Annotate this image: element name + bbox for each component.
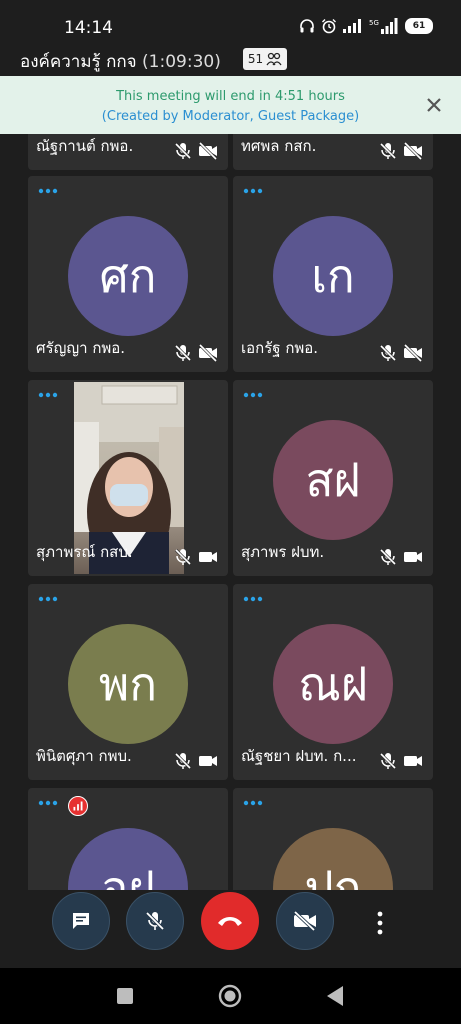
signal-icon xyxy=(343,19,361,33)
participant-tile[interactable]: สฝ สุภาพร ฝบท. xyxy=(233,380,433,576)
meeting-end-banner: This meeting will end in 4:51 hours (Cre… xyxy=(0,76,461,134)
system-nav-bar xyxy=(0,968,461,1024)
avatar: อฝ xyxy=(68,828,188,890)
camera-on-icon xyxy=(404,552,422,562)
participant-tile[interactable]: ปก xyxy=(233,788,433,890)
meeting-title: องค์ความรู้ กกจ (1:09:30) xyxy=(20,48,221,75)
end-call-button[interactable] xyxy=(201,892,259,950)
close-icon[interactable] xyxy=(423,94,445,116)
participant-tile[interactable]: ทศพล กสก. xyxy=(233,134,433,170)
banner-subtitle: (Created by Moderator, Guest Package) xyxy=(101,109,360,124)
more-options-icon[interactable] xyxy=(38,798,58,808)
participant-name: ทศพล กสก. xyxy=(241,137,317,155)
recents-icon[interactable] xyxy=(116,987,134,1005)
camera-off-icon xyxy=(198,344,218,362)
participant-tile[interactable]: พก พินิตศุภา กพบ. xyxy=(28,584,228,780)
more-vertical-icon[interactable] xyxy=(370,910,390,936)
camera-off-icon xyxy=(198,142,218,160)
camera-on-icon xyxy=(199,756,217,766)
participant-grid[interactable]: ณัฐกานต์ กพอ. ทศพล กสก. ศก ศรัญญา กพอ. เ… xyxy=(0,134,461,890)
participant-tile[interactable]: สุภาพรณ์ กสบ. xyxy=(28,380,228,576)
status-icons: 5G 61 xyxy=(299,18,433,34)
status-bar: 14:14 5G 61 xyxy=(0,0,461,50)
camera-toggle-button[interactable] xyxy=(276,892,334,950)
meeting-name: องค์ความรู้ กกจ xyxy=(20,52,137,72)
more-options-icon[interactable] xyxy=(38,186,58,196)
more-options-icon[interactable] xyxy=(243,594,263,604)
mic-muted-icon xyxy=(174,344,192,362)
mic-muted-icon xyxy=(174,142,192,160)
more-options-icon[interactable] xyxy=(38,390,58,400)
mic-muted-icon xyxy=(174,752,192,770)
mic-off-icon xyxy=(145,911,165,931)
more-options-icon[interactable] xyxy=(243,798,263,808)
people-icon xyxy=(266,52,282,66)
more-options-icon[interactable] xyxy=(38,594,58,604)
participant-tile[interactable]: เก เอกรัฐ กพอ. xyxy=(233,176,433,372)
battery-icon: 61 xyxy=(405,18,433,34)
chat-icon xyxy=(73,913,89,929)
camera-off-icon xyxy=(293,911,316,931)
participant-count: 51 xyxy=(247,52,264,66)
participant-name: สุภาพรณ์ กสบ. xyxy=(36,543,133,561)
mic-muted-icon xyxy=(379,752,397,770)
meeting-title-bar: องค์ความรู้ กกจ (1:09:30) 51 xyxy=(0,46,461,74)
participant-count-button[interactable]: 51 xyxy=(243,48,287,70)
more-options-icon[interactable] xyxy=(243,390,263,400)
clock: 14:14 xyxy=(64,18,113,38)
camera-on-icon xyxy=(199,552,217,562)
avatar: พก xyxy=(68,624,188,744)
participant-name: เอกรัฐ กพอ. xyxy=(241,339,319,357)
chat-button[interactable] xyxy=(52,892,110,950)
call-controls xyxy=(0,890,461,968)
camera-off-icon xyxy=(403,142,423,160)
svg-text:5G: 5G xyxy=(369,19,379,27)
mic-muted-icon xyxy=(174,548,192,566)
avatar: สฝ xyxy=(273,420,393,540)
participant-name: ศรัญญา กพอ. xyxy=(36,339,126,357)
camera-on-icon xyxy=(404,756,422,766)
mic-muted-icon xyxy=(379,344,397,362)
hang-up-icon xyxy=(218,917,242,926)
network-signal-icon xyxy=(68,796,88,816)
back-icon[interactable] xyxy=(326,985,344,1007)
home-icon[interactable] xyxy=(218,984,242,1008)
participant-tile[interactable]: ณฝ ณัฐชยา ฝบท. ก... xyxy=(233,584,433,780)
avatar: ปก xyxy=(273,828,393,890)
participant-name: สุภาพร ฝบท. xyxy=(241,543,325,561)
banner-message: This meeting will end in 4:51 hours xyxy=(116,89,345,104)
mic-muted-icon xyxy=(379,142,397,160)
avatar: เก xyxy=(273,216,393,336)
participant-name: ณัฐชยา ฝบท. ก... xyxy=(241,747,357,765)
camera-off-icon xyxy=(403,344,423,362)
signal-5g-icon: 5G xyxy=(369,18,398,34)
meeting-duration: (1:09:30) xyxy=(142,52,221,72)
participant-tile[interactable]: ศก ศรัญญา กพอ. xyxy=(28,176,228,372)
mute-toggle-button[interactable] xyxy=(126,892,184,950)
participant-tile[interactable]: อฝ xyxy=(28,788,228,890)
mic-muted-icon xyxy=(379,548,397,566)
participant-name: พินิตศุภา กพบ. xyxy=(36,747,132,765)
headphones-icon xyxy=(300,19,314,33)
participant-tile[interactable]: ณัฐกานต์ กพอ. xyxy=(28,134,228,170)
alarm-icon xyxy=(322,19,336,34)
participant-name: ณัฐกานต์ กพอ. xyxy=(36,137,134,155)
more-options-icon[interactable] xyxy=(243,186,263,196)
avatar: ศก xyxy=(68,216,188,336)
avatar: ณฝ xyxy=(273,624,393,744)
